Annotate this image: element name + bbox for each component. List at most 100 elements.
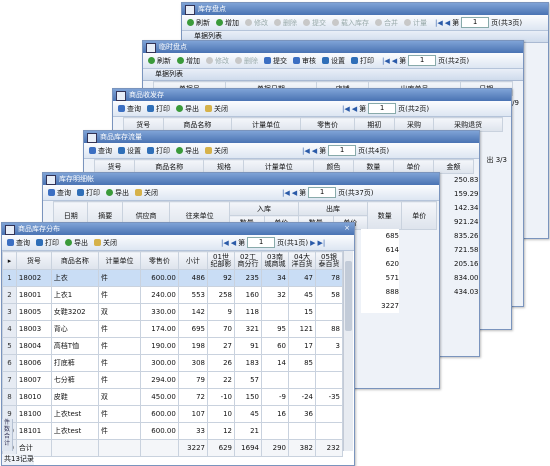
cell-name: 皮鞋 — [50, 388, 99, 406]
load-stock-button[interactable]: 载入库存 — [330, 18, 371, 28]
add-button[interactable]: 增加 — [214, 18, 241, 28]
page-input[interactable]: 1 — [247, 237, 276, 248]
merge-button[interactable]: 合并 — [373, 18, 400, 28]
col-unit[interactable]: 计量单位 — [97, 251, 142, 270]
first-page-icon[interactable]: |◀ — [282, 189, 290, 197]
cell-store-04: -24 — [288, 388, 316, 406]
close-icon — [135, 189, 142, 196]
print-button[interactable]: 打印 — [349, 56, 376, 66]
window-title-bar[interactable]: 商品库存流量 — [84, 131, 479, 143]
calc-button[interactable]: 计量 — [402, 18, 429, 28]
window-title-bar[interactable]: 临时盘点 — [143, 41, 523, 53]
export-button[interactable]: 导出 — [104, 188, 131, 198]
edit-button[interactable]: 修改 — [204, 56, 231, 66]
query-button[interactable]: 查询 — [116, 104, 143, 114]
first-page-icon[interactable]: |◀ — [342, 105, 350, 113]
add-button[interactable]: 增加 — [175, 56, 202, 66]
page-input[interactable]: 1 — [328, 145, 357, 156]
cell-name: 女鞋3202 — [50, 303, 99, 321]
next-page-icon[interactable]: ▶ — [310, 239, 315, 247]
table-row[interactable]: 5 18004 高档T恤 件 190.00 198 27 91 60 17 3 — [2, 337, 343, 355]
query-button[interactable]: 查询 — [5, 238, 32, 248]
printer-icon — [147, 147, 154, 154]
col-store-03[interactable]: 03南城商城 — [261, 251, 289, 270]
prev-page-icon[interactable]: ◀ — [352, 105, 357, 113]
refresh-button[interactable]: 刷新 — [185, 18, 212, 28]
row-number: 4 — [2, 320, 17, 338]
audit-button[interactable]: 审核 — [291, 56, 318, 66]
delete-button[interactable]: 删除 — [233, 56, 260, 66]
print-button[interactable]: 打印 — [75, 188, 102, 198]
export-button[interactable]: 导出 — [63, 238, 90, 248]
close-label: 关闭 — [144, 188, 158, 197]
settings-button[interactable]: 设置 — [320, 56, 347, 66]
table-row[interactable]: 8 18010 皮鞋 双 450.00 72 -10 150 -9 -24 -3… — [2, 388, 343, 406]
settings-button[interactable]: 设置 — [116, 146, 143, 156]
page-input[interactable]: 1 — [461, 17, 490, 28]
settings-label: 设置 — [127, 146, 141, 155]
col-subtotal[interactable]: 小计 — [177, 251, 209, 270]
submit-button[interactable]: 提交 — [262, 56, 289, 66]
print-button[interactable]: 打印 — [34, 238, 61, 248]
export-button[interactable]: 导出 — [174, 104, 201, 114]
col-store-02[interactable]: 02工商分行 — [234, 251, 262, 270]
window-title-bar[interactable]: 商品收发存 — [113, 89, 511, 101]
last-page-icon[interactable]: ▶| — [317, 239, 325, 247]
first-page-icon[interactable]: |◀ — [221, 239, 229, 247]
delete-button[interactable]: 删除 — [272, 18, 299, 28]
prev-page-icon[interactable]: ◀ — [392, 57, 397, 65]
total-store-05: 232 — [315, 439, 343, 457]
prev-page-icon[interactable]: ◀ — [312, 147, 317, 155]
table-row[interactable]: 4 18003 背心 件 174.00 695 70 321 95 121 88 — [2, 320, 343, 338]
query-button[interactable]: 查询 — [46, 188, 73, 198]
edit-button[interactable]: 修改 — [243, 18, 270, 28]
col-price[interactable]: 单价 — [401, 201, 437, 230]
col-qty[interactable]: 数量 — [366, 201, 403, 230]
add-icon — [216, 19, 223, 26]
table-row[interactable]: 7 18007 七分裤 件 294.00 79 22 57 — [2, 371, 343, 389]
close-button[interactable]: 关闭 — [92, 238, 119, 248]
table-row[interactable]: 9 18100 上衣test 件 600.00 107 10 45 16 36 — [2, 405, 343, 423]
col-code[interactable]: 货号 — [15, 251, 52, 270]
col-name[interactable]: 商品名称 — [50, 251, 99, 270]
vertical-scrollbar[interactable] — [343, 251, 353, 451]
close-button[interactable]: 关闭 — [133, 188, 160, 198]
page-input[interactable]: 1 — [408, 55, 437, 66]
window-title-bar[interactable]: 商品库存分布 × — [2, 223, 354, 235]
page-input[interactable]: 1 — [308, 187, 337, 198]
col-out[interactable]: 出库 — [298, 201, 368, 216]
first-page-icon[interactable]: |◀ — [435, 19, 443, 27]
submit-button[interactable]: 提交 — [301, 18, 328, 28]
close-window-icon[interactable]: × — [342, 224, 352, 233]
window-title-bar[interactable]: 库存明细帐 — [43, 173, 439, 185]
prev-page-icon[interactable]: ◀ — [445, 19, 450, 27]
table-row[interactable]: 10 18101 上衣test 件 600.00 33 12 21 — [2, 422, 343, 440]
tab-document-list[interactable]: 单据列表 — [143, 69, 523, 81]
col-store-05[interactable]: 05银泰百货 — [315, 251, 343, 270]
col-store-01[interactable]: 01世纪部影 — [207, 251, 235, 270]
col-in[interactable]: 入库 — [229, 201, 300, 216]
query-button[interactable]: 查询 — [87, 146, 114, 156]
print-button[interactable]: 打印 — [145, 104, 172, 114]
page-input[interactable]: 1 — [368, 103, 397, 114]
prev-page-icon[interactable]: ◀ — [231, 239, 236, 247]
table-row[interactable]: 3 18005 女鞋3202 双 330.00 142 9 118 15 — [2, 303, 343, 321]
prev-page-icon[interactable]: ◀ — [292, 189, 297, 197]
col-price[interactable]: 零售价 — [140, 251, 179, 270]
refresh-button[interactable]: 刷新 — [146, 56, 173, 66]
first-page-icon[interactable]: |◀ — [382, 57, 390, 65]
table-row[interactable]: 6 18006 打底裤 件 300.00 308 26 183 14 85 — [2, 354, 343, 372]
close-button[interactable]: 关闭 — [203, 146, 230, 156]
window-title-bar[interactable]: 库存盘点 — [182, 3, 548, 15]
printer-icon — [77, 189, 84, 196]
cell-store-04: 36 — [288, 405, 316, 423]
col-store-04[interactable]: 04大洋百货 — [288, 251, 316, 270]
close-button[interactable]: 关闭 — [203, 104, 230, 114]
table-row[interactable]: 2 18001 上衣1 件 240.00 553 258 160 32 45 5… — [2, 286, 343, 304]
scroll-thumb[interactable] — [345, 261, 352, 331]
first-page-icon[interactable]: |◀ — [302, 147, 310, 155]
print-button[interactable]: 打印 — [145, 146, 172, 156]
export-button[interactable]: 导出 — [174, 146, 201, 156]
table-row[interactable]: 1 18002 上衣 件 600.00 486 92 235 34 47 78 — [2, 269, 343, 287]
cell-store-05: -35 — [315, 388, 343, 406]
